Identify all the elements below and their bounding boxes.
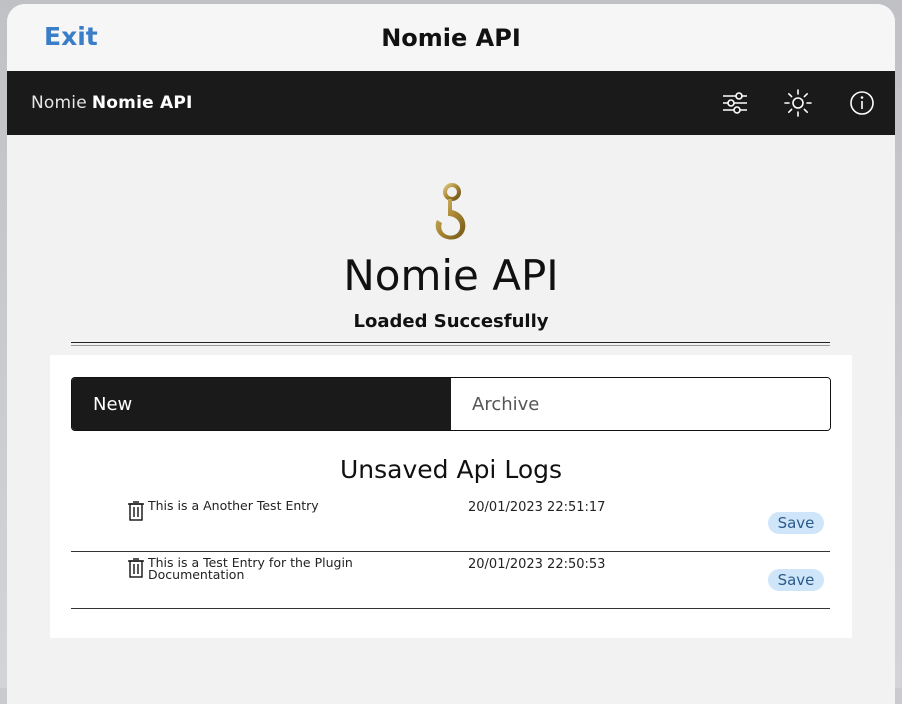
hook-icon xyxy=(435,183,466,240)
list-item: This is a Another Test Entry 20/01/2023 … xyxy=(71,495,830,552)
brand-plugin-name: Nomie API xyxy=(91,93,193,113)
divider xyxy=(71,342,830,346)
logs-title: Unsaved Api Logs xyxy=(339,455,563,484)
sheet-title: Nomie API xyxy=(381,24,521,52)
sliders-icon[interactable] xyxy=(720,88,750,118)
brand: Nomie Nomie API xyxy=(31,93,193,113)
brand-name: Nomie xyxy=(31,93,87,113)
save-button[interactable]: Save xyxy=(768,569,824,591)
sheet-header: Exit Nomie API xyxy=(7,4,895,71)
hero-subtitle: Loaded Succesfully xyxy=(353,311,549,332)
modal-sheet: Exit Nomie API Nomie Nomie API Nomie API… xyxy=(7,4,895,704)
entry-timestamp: 20/01/2023 22:51:17 xyxy=(468,500,606,515)
save-button[interactable]: Save xyxy=(768,512,824,534)
app-bar: Nomie Nomie API xyxy=(7,71,895,135)
segmented-tabs: New Archive xyxy=(71,377,831,431)
entry-text: This is a Test Entry for the Plugin Docu… xyxy=(148,555,353,582)
list-item: This is a Test Entry for the Plugin Docu… xyxy=(71,552,830,609)
entry-text: This is a Another Test Entry xyxy=(148,498,319,513)
hero-title: Nomie API xyxy=(343,251,559,300)
logs-panel: New Archive Unsaved Api Logs This is a A… xyxy=(50,355,852,638)
entry-timestamp: 20/01/2023 22:50:53 xyxy=(468,557,606,572)
tab-archive[interactable]: Archive xyxy=(451,378,830,430)
info-icon[interactable] xyxy=(847,88,877,118)
brightness-icon[interactable] xyxy=(783,88,813,118)
trash-icon[interactable] xyxy=(127,558,145,578)
tab-new[interactable]: New xyxy=(72,378,451,430)
trash-icon[interactable] xyxy=(127,501,145,521)
